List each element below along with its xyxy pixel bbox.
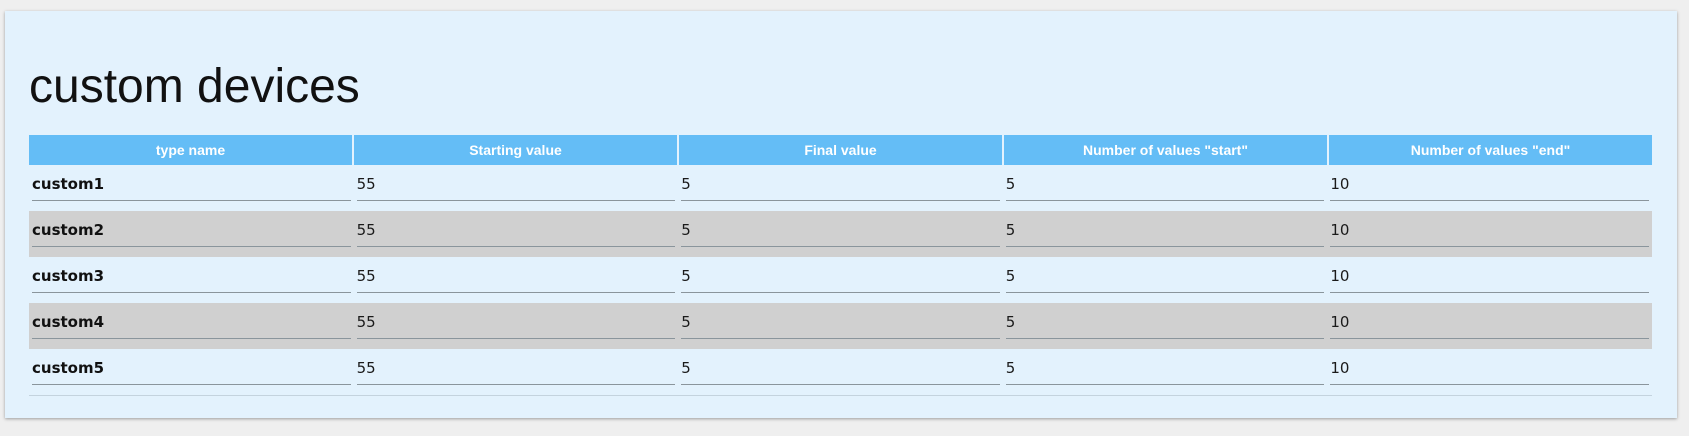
device-type-name: custom4 (32, 303, 351, 339)
column-header-values-start: Number of values "start" (1004, 135, 1329, 165)
custom-devices-table: type name Starting value Final value Num… (29, 135, 1652, 396)
starting-value-input[interactable] (356, 312, 676, 331)
table-row: custom4 (29, 303, 1652, 349)
custom-devices-panel: custom devices type name Starting value … (5, 11, 1677, 418)
device-type-name: custom1 (32, 165, 351, 201)
final-value-input[interactable] (681, 358, 1000, 377)
values-start-input[interactable] (1005, 312, 1325, 331)
values-end-input[interactable] (1330, 312, 1649, 331)
table-row: custom5 (29, 349, 1652, 395)
final-value-input[interactable] (681, 220, 1000, 239)
values-end-input[interactable] (1330, 220, 1649, 239)
values-start-input[interactable] (1005, 266, 1325, 285)
values-start-input[interactable] (1005, 174, 1325, 193)
final-value-input[interactable] (681, 266, 1000, 285)
table-row: custom2 (29, 211, 1652, 257)
values-start-input[interactable] (1005, 358, 1325, 377)
table-header: type name Starting value Final value Num… (29, 135, 1652, 165)
values-end-input[interactable] (1330, 174, 1649, 193)
column-header-values-end: Number of values "end" (1410, 142, 1571, 158)
values-end-input[interactable] (1330, 266, 1649, 285)
starting-value-input[interactable] (356, 266, 676, 285)
column-header-final-value: Final value (679, 135, 1004, 165)
column-header-type-name: type name (29, 135, 354, 165)
starting-value-input[interactable] (356, 174, 676, 193)
device-type-name: custom2 (32, 211, 351, 247)
column-header-starting-value: Starting value (354, 135, 679, 165)
final-value-input[interactable] (681, 312, 1000, 331)
values-end-input[interactable] (1330, 358, 1649, 377)
values-start-input[interactable] (1005, 220, 1325, 239)
table-row: custom3 (29, 257, 1652, 303)
starting-value-input[interactable] (356, 358, 676, 377)
device-type-name: custom5 (32, 349, 351, 385)
page-title: custom devices (29, 60, 360, 113)
final-value-input[interactable] (681, 174, 1000, 193)
table-row: custom1 (29, 165, 1652, 211)
device-type-name: custom3 (32, 257, 351, 293)
starting-value-input[interactable] (356, 220, 676, 239)
